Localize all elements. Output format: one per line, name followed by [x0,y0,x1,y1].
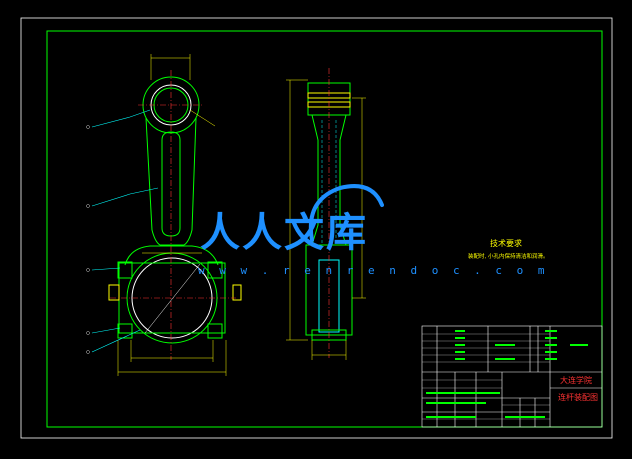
technical-requirements-title: 技术要求 [490,239,522,248]
left-bolt-nut [117,323,133,339]
title-block-drawing-name: 连杆装配图 [558,393,598,402]
title-block-marks [426,330,588,418]
watermark-url: w w w . r e n r e n d o c . c o m [198,264,549,277]
title-block-rows [422,333,550,420]
part-leaders [91,109,159,353]
title-block-school: 大连学院 [560,376,592,385]
right-bolt-nut [207,323,223,339]
technical-requirements-note: 装配时, 小孔内保持清洁和润滑。 [468,254,549,260]
watermark-text: 人人文库 [200,209,368,256]
leader-balloons [86,125,90,354]
